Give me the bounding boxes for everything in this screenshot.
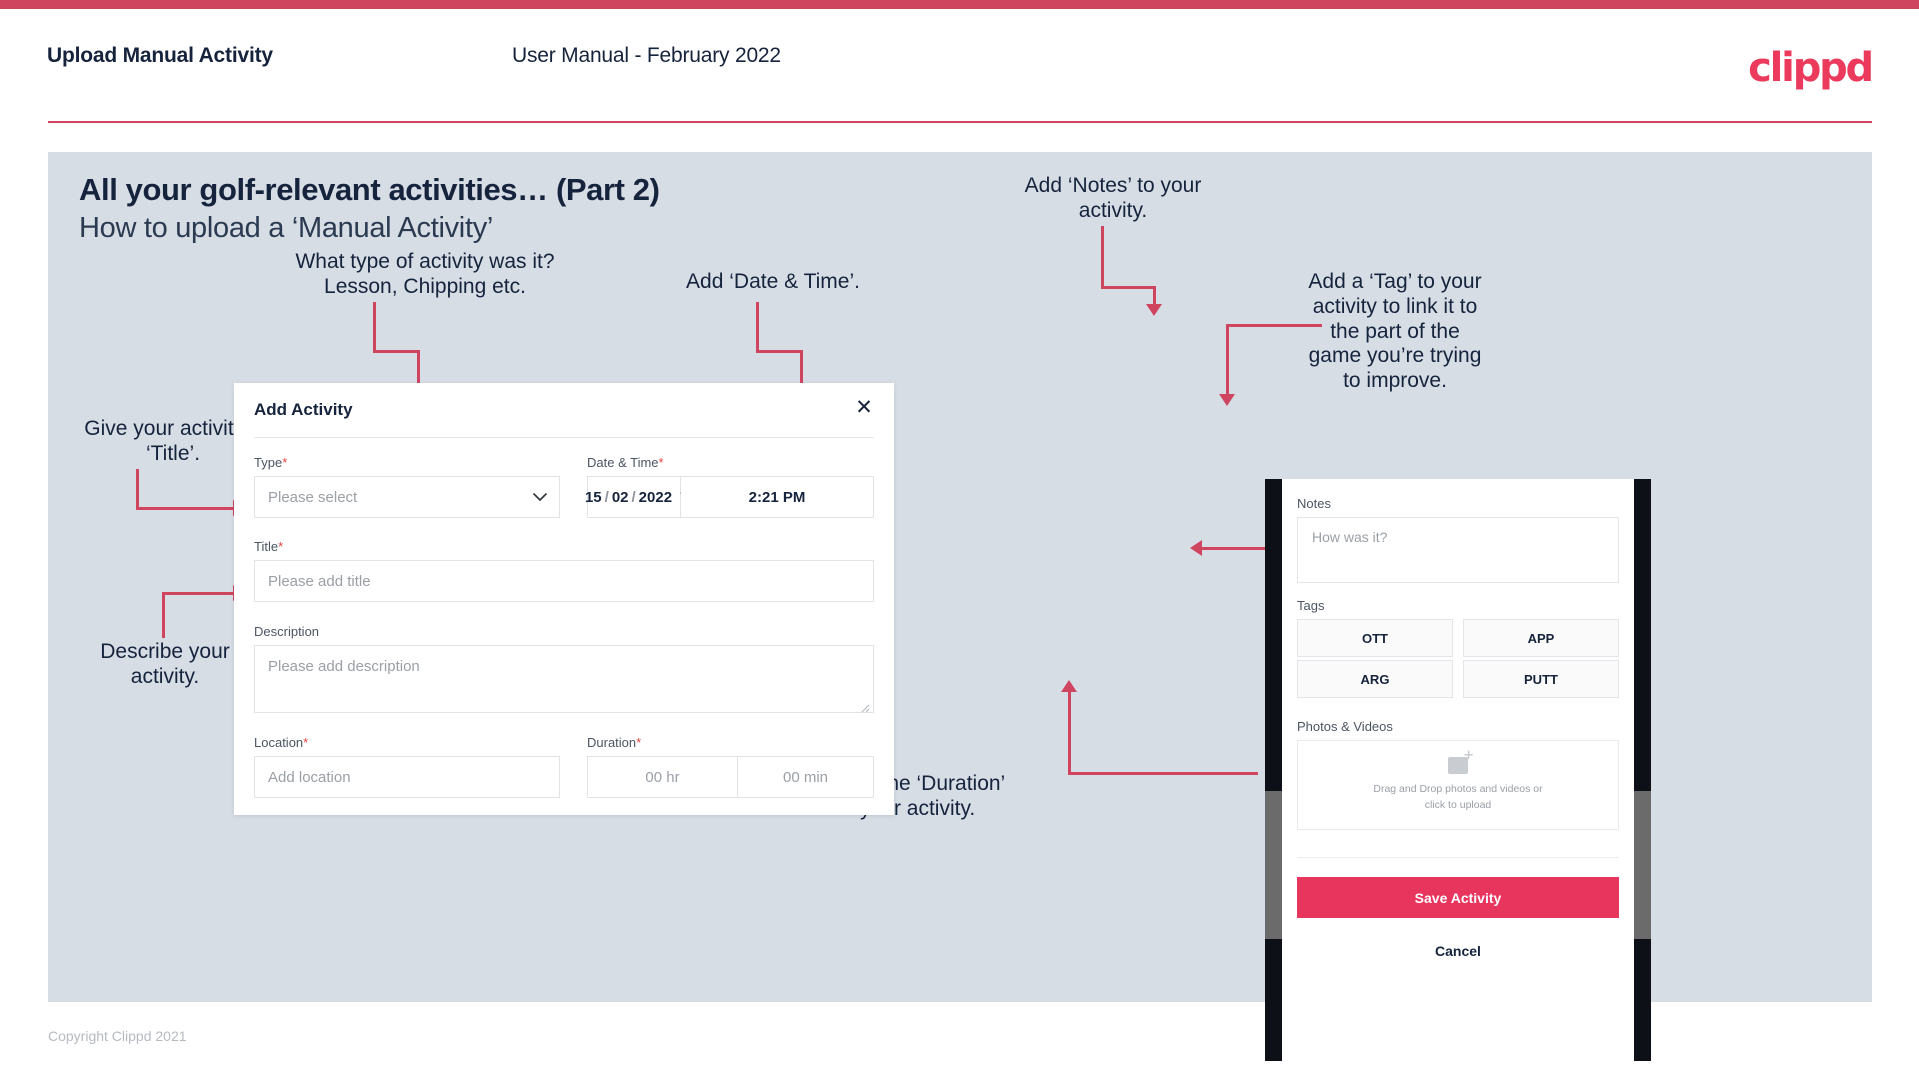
phone-mockup: Notes How was it? Tags OTT APP ARG PUTT … [1265,479,1651,1061]
description-textarea[interactable]: Please add description [254,645,874,713]
dialog-divider [254,437,874,438]
annotation-type: What type of activity was it? Lesson, Ch… [295,250,555,298]
notes-placeholder: How was it? [1312,529,1388,545]
type-label: Type* [254,455,287,470]
type-required: * [282,455,288,470]
tag-button-putt[interactable]: PUTT [1463,660,1619,698]
add-image-icon [1448,748,1474,775]
connector-dt-h [756,350,803,353]
connector-dt-v1 [756,302,759,352]
save-activity-button[interactable]: Save Activity [1297,877,1619,918]
arrow-save [1061,680,1077,692]
location-required: * [303,735,309,750]
date-year: 2022 [638,488,673,506]
type-label-text: Type [254,455,283,470]
resize-grip-icon[interactable] [860,700,870,713]
dropzone-text: Drag and Drop photos and videos or click… [1373,783,1543,811]
description-label: Description [254,624,320,639]
phone-bezel-left [1265,479,1282,1061]
duration-minutes-input[interactable]: 00 min [738,756,874,798]
arrow-tags [1219,394,1235,406]
slide-page: Upload Manual Activity User Manual - Feb… [0,0,1919,1079]
date-sep-2: / [631,488,636,506]
date-month: 02 [611,488,629,506]
date-sep-1: / [604,488,609,506]
description-placeholder: Please add description [268,658,420,675]
top-accent-bar [0,0,1919,9]
dialog-title: Add Activity [254,400,353,419]
slide-heading: All your golf-relevant activities… (Part… [79,172,660,207]
tag-button-app[interactable]: APP [1463,619,1619,657]
time-input[interactable]: 2:21 PM [681,476,874,518]
notes-textarea[interactable]: How was it? [1297,517,1619,583]
connector-type-h [373,350,420,353]
connector-tags-v [1226,324,1229,396]
connector-tags-h1 [1226,324,1322,327]
duration-hours-input[interactable]: 00 hr [587,756,738,798]
connector-notes-v1 [1101,226,1104,288]
date-input[interactable]: 15 / 02 / 2022 [584,476,684,518]
notes-label: Notes [1297,496,1331,511]
time-value: 2:21 PM [748,488,806,506]
page-title: Upload Manual Activity [47,44,273,67]
chevron-down-icon [533,490,547,504]
photos-label: Photos & Videos [1297,719,1393,734]
datetime-required: * [658,455,664,470]
datetime-label: Date & Time* [587,455,664,470]
arrow-photos [1190,540,1202,556]
datetime-label-text: Date & Time [587,455,659,470]
tag-button-arg[interactable]: ARG [1297,660,1453,698]
close-icon[interactable]: ✕ [851,394,877,420]
connector-notes-h [1101,286,1156,289]
type-select[interactable]: Please select [254,476,560,518]
phone-bezel-right [1634,479,1651,1061]
connector-type-v1 [373,302,376,352]
arrow-notes [1146,304,1162,316]
connector-desc-h [162,592,236,595]
connector-notes-v2 [1153,286,1156,306]
header-divider [48,121,1872,123]
duration-label-text: Duration [587,735,637,750]
tag-button-ott[interactable]: OTT [1297,619,1453,657]
connector-desc-v [162,592,165,638]
connector-title-v [136,469,139,509]
tags-label: Tags [1297,598,1325,613]
location-placeholder: Add location [268,768,351,786]
connector-save-v [1068,692,1071,774]
title-input[interactable]: Please add title [254,560,874,602]
duration-hours-placeholder: 00 hr [645,768,680,786]
slide-subheading: How to upload a ‘Manual Activity’ [79,212,494,244]
clippd-logo: clippd [1748,45,1874,91]
type-placeholder: Please select [268,488,358,506]
title-label-text: Title [254,539,279,554]
location-input[interactable]: Add location [254,756,560,798]
add-activity-dialog: Add Activity ✕ Type* Please select Date … [234,383,894,815]
title-required: * [278,539,284,554]
date-day: 15 [584,488,602,506]
photo-upload-dropzone[interactable]: Drag and Drop photos and videos or click… [1297,740,1619,830]
duration-minutes-placeholder: 00 min [782,768,829,786]
title-label: Title* [254,539,283,554]
duration-required: * [636,735,642,750]
slide-canvas: All your golf-relevant activities… (Part… [48,152,1872,1061]
phone-bezel-right-segment [1634,791,1651,939]
annotation-tags: Add a ‘Tag’ to your activity to link it … [1308,270,1482,393]
location-label-text: Location [254,735,304,750]
connector-title-h [136,507,236,510]
annotation-notes: Add ‘Notes’ to your activity. [1024,174,1202,222]
footer-copyright: Copyright Clippd 2021 [48,1028,187,1044]
cancel-button[interactable]: Cancel [1297,933,1619,969]
phone-screen: Notes How was it? Tags OTT APP ARG PUTT … [1282,479,1634,1061]
duration-label: Duration* [587,735,641,750]
annotation-datetime: Add ‘Date & Time’. [686,270,860,293]
title-placeholder: Please add title [268,572,371,590]
phone-bezel-left-segment [1265,791,1282,939]
phone-divider [1297,857,1619,858]
location-label: Location* [254,735,308,750]
connector-save-h [1068,772,1258,775]
page-subtitle: User Manual - February 2022 [512,44,781,67]
